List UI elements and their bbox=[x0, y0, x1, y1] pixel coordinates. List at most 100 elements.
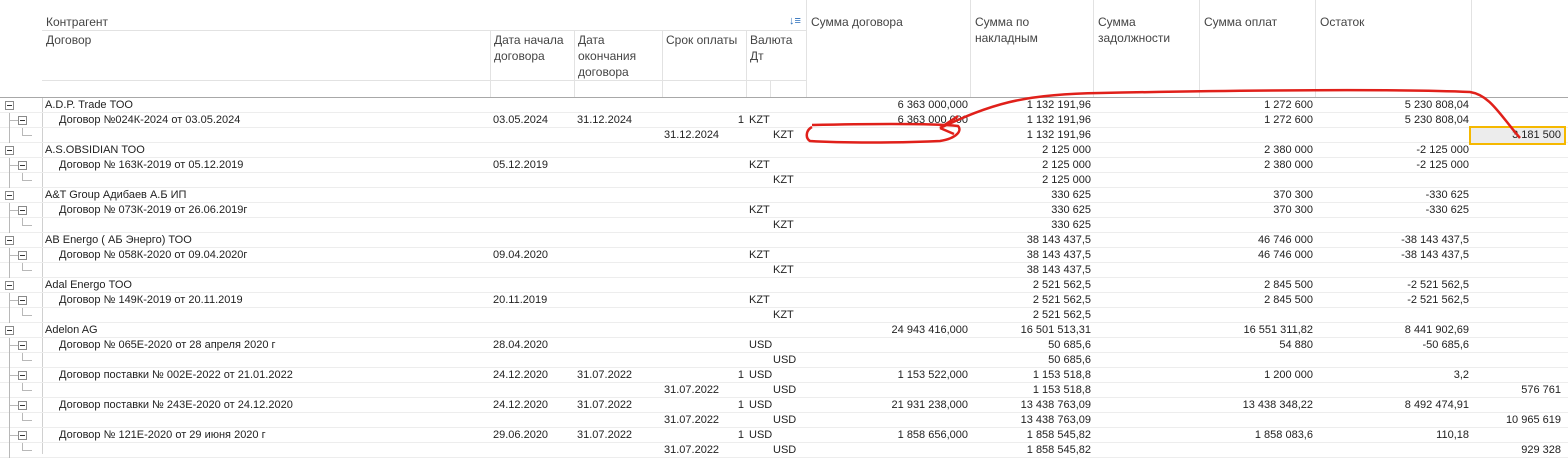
invoice-sum-cell[interactable]: 50 685,6 bbox=[972, 353, 1091, 368]
end-date-cell[interactable]: 31.12.2024 bbox=[577, 113, 661, 128]
currency-cell[interactable]: KZT bbox=[749, 248, 789, 263]
tree-collapse-icon[interactable] bbox=[18, 161, 27, 170]
balance-cell[interactable]: 3,2 bbox=[1317, 368, 1469, 383]
tree-collapse-icon[interactable] bbox=[18, 206, 27, 215]
payment-date-cell[interactable]: 31.12.2024 bbox=[664, 128, 744, 143]
invoice-sum-cell[interactable]: 2 521 562,5 bbox=[972, 308, 1091, 323]
currency-cell[interactable]: USD bbox=[749, 398, 789, 413]
group-row[interactable]: A&T Group Адибаев А.Б ИП 330 625 370 300 -3… bbox=[0, 188, 1568, 203]
currency-cell[interactable]: KZT bbox=[773, 308, 805, 323]
currency-cell[interactable]: USD bbox=[749, 428, 789, 443]
invoice-sum-cell[interactable]: 2 521 562,5 bbox=[972, 278, 1091, 293]
payment-sum-cell[interactable]: 54 880 bbox=[1201, 338, 1313, 353]
contract-name[interactable]: Договор № 163К-2019 от 05.12.2019 bbox=[59, 158, 487, 173]
invoice-sum-cell[interactable]: 13 438 763,09 bbox=[972, 413, 1091, 428]
detail-row[interactable]: KZT 38 143 437,5 bbox=[0, 263, 1568, 278]
group-row[interactable]: A.S.OBSIDIAN ТОО 2 125 000 2 380 000 -2 125… bbox=[0, 143, 1568, 158]
group-row[interactable]: Adelon AG 24 943 416,000 16 501 513,31 16 5… bbox=[0, 323, 1568, 338]
contract-name[interactable]: Договор № 065Е-2020 от 28 апреля 2020 г bbox=[59, 338, 487, 353]
tree-collapse-icon[interactable] bbox=[5, 326, 14, 335]
header-contract-sum[interactable]: Сумма договора bbox=[808, 14, 968, 30]
payment-term-cell[interactable]: 1 bbox=[664, 428, 744, 443]
currency-cell[interactable]: KZT bbox=[773, 128, 805, 143]
currency-cell[interactable]: USD bbox=[773, 353, 805, 368]
header-debt-sum[interactable]: Сумма задолжности bbox=[1095, 14, 1195, 46]
contract-sum-cell[interactable]: 1 858 656,000 bbox=[808, 428, 968, 443]
tree-collapse-icon[interactable] bbox=[18, 116, 27, 125]
contract-sum-cell[interactable]: 1 153 522,000 bbox=[808, 368, 968, 383]
contract-name[interactable]: Договор № 149К-2019 от 20.11.2019 bbox=[59, 293, 487, 308]
payment-sum-cell[interactable]: 16 551 311,82 bbox=[1201, 323, 1313, 338]
header-payment-term[interactable]: Срок оплаты bbox=[663, 32, 745, 48]
extra-value-cell[interactable]: 576 761 bbox=[1473, 383, 1561, 398]
invoice-sum-cell[interactable]: 1 132 191,96 bbox=[972, 113, 1091, 128]
payment-sum-cell[interactable]: 46 746 000 bbox=[1201, 233, 1313, 248]
end-date-cell[interactable]: 31.07.2022 bbox=[577, 398, 661, 413]
invoice-sum-cell[interactable]: 38 143 437,5 bbox=[972, 248, 1091, 263]
currency-cell[interactable]: KZT bbox=[749, 158, 789, 173]
invoice-sum-cell[interactable]: 330 625 bbox=[972, 188, 1091, 203]
balance-cell[interactable]: -330 625 bbox=[1317, 188, 1469, 203]
currency-cell[interactable]: KZT bbox=[773, 218, 805, 233]
balance-cell[interactable]: 110,18 bbox=[1317, 428, 1469, 443]
counterparty-name[interactable]: A&T Group Адибаев А.Б ИП bbox=[45, 188, 485, 203]
start-date-cell[interactable]: 05.12.2019 bbox=[493, 158, 573, 173]
detail-row[interactable]: 31.07.2022 USD 1 858 545,82 929 328 bbox=[0, 443, 1568, 458]
tree-collapse-icon[interactable] bbox=[18, 401, 27, 410]
contract-row[interactable]: Договор № 073К-2019 от 26.06.2019г KZT 330… bbox=[0, 203, 1568, 218]
start-date-cell[interactable]: 24.12.2020 bbox=[493, 398, 573, 413]
balance-cell[interactable]: -38 143 437,5 bbox=[1317, 248, 1469, 263]
contract-sum-cell[interactable]: 6 363 000,000 bbox=[808, 113, 968, 128]
invoice-sum-cell[interactable]: 1 858 545,82 bbox=[972, 428, 1091, 443]
header-counterparty[interactable]: Контрагент bbox=[43, 14, 803, 30]
tree-collapse-icon[interactable] bbox=[5, 101, 14, 110]
balance-cell[interactable]: 5 230 808,04 bbox=[1317, 98, 1469, 113]
detail-row[interactable]: USD 50 685,6 bbox=[0, 353, 1568, 368]
start-date-cell[interactable]: 24.12.2020 bbox=[493, 368, 573, 383]
counterparty-name[interactable]: Adelon AG bbox=[45, 323, 485, 338]
tree-collapse-icon[interactable] bbox=[18, 251, 27, 260]
detail-row[interactable]: 31.12.2024 KZT 1 132 191,96 3 181 500 bbox=[0, 126, 1568, 145]
currency-cell[interactable]: KZT bbox=[773, 173, 805, 188]
payment-sum-cell[interactable]: 2 380 000 bbox=[1201, 158, 1313, 173]
currency-cell[interactable]: KZT bbox=[773, 263, 805, 278]
payment-term-cell[interactable]: 1 bbox=[664, 368, 744, 383]
balance-cell[interactable]: 8 492 474,91 bbox=[1317, 398, 1469, 413]
tree-collapse-icon[interactable] bbox=[5, 281, 14, 290]
payment-date-cell[interactable]: 31.07.2022 bbox=[664, 383, 744, 398]
invoice-sum-cell[interactable]: 330 625 bbox=[972, 203, 1091, 218]
extra-value-cell[interactable]: 3 181 500 bbox=[1473, 128, 1561, 143]
balance-cell[interactable]: -38 143 437,5 bbox=[1317, 233, 1469, 248]
currency-cell[interactable]: KZT bbox=[749, 203, 789, 218]
payment-sum-cell[interactable]: 1 272 600 bbox=[1201, 98, 1313, 113]
currency-cell[interactable]: KZT bbox=[749, 293, 789, 308]
invoice-sum-cell[interactable]: 16 501 513,31 bbox=[972, 323, 1091, 338]
start-date-cell[interactable]: 09.04.2020 bbox=[493, 248, 573, 263]
detail-row[interactable]: 31.07.2022 USD 1 153 518,8 576 761 bbox=[0, 383, 1568, 398]
tree-collapse-icon[interactable] bbox=[18, 431, 27, 440]
detail-row[interactable]: KZT 2 521 562,5 bbox=[0, 308, 1568, 323]
sort-descending-icon[interactable]: ↓≡ bbox=[789, 15, 801, 27]
header-payment-sum[interactable]: Сумма оплат bbox=[1201, 14, 1311, 30]
header-end-date[interactable]: Дата окончания договора bbox=[575, 32, 661, 80]
balance-cell[interactable]: -2 125 000 bbox=[1317, 143, 1469, 158]
payment-sum-cell[interactable]: 370 300 bbox=[1201, 203, 1313, 218]
detail-row[interactable]: KZT 330 625 bbox=[0, 218, 1568, 233]
end-date-cell[interactable]: 31.07.2022 bbox=[577, 368, 661, 383]
invoice-sum-cell[interactable]: 2 521 562,5 bbox=[972, 293, 1091, 308]
start-date-cell[interactable]: 03.05.2024 bbox=[493, 113, 573, 128]
invoice-sum-cell[interactable]: 2 125 000 bbox=[972, 143, 1091, 158]
header-start-date[interactable]: Дата начала договора bbox=[491, 32, 573, 64]
contract-name[interactable]: Договор № 058К-2020 от 09.04.2020г bbox=[59, 248, 487, 263]
payment-sum-cell[interactable]: 46 746 000 bbox=[1201, 248, 1313, 263]
header-invoice-sum[interactable]: Сумма по накладным bbox=[972, 14, 1082, 46]
contract-sum-cell[interactable]: 21 931 238,000 bbox=[808, 398, 968, 413]
contract-name[interactable]: Договор №024К-2024 от 03.05.2024 bbox=[59, 113, 487, 128]
payment-sum-cell[interactable]: 2 845 500 bbox=[1201, 278, 1313, 293]
payment-sum-cell[interactable]: 13 438 348,22 bbox=[1201, 398, 1313, 413]
group-row[interactable]: Adal Energo ТОО 2 521 562,5 2 845 500 -2 52… bbox=[0, 278, 1568, 293]
payment-date-cell[interactable]: 31.07.2022 bbox=[664, 443, 744, 458]
group-row[interactable]: AB Energo ( АБ Энерго) ТОО 38 143 437,5 46… bbox=[0, 233, 1568, 248]
detail-row[interactable]: 31.07.2022 USD 13 438 763,09 10 965 619 bbox=[0, 413, 1568, 428]
counterparty-name[interactable]: Adal Energo ТОО bbox=[45, 278, 485, 293]
